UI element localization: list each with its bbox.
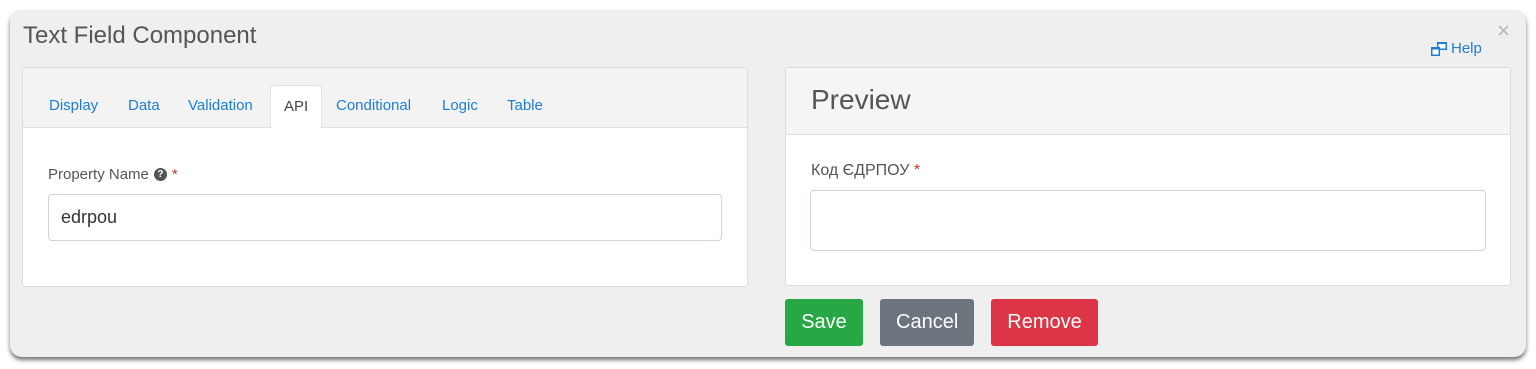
dialog-title: Text Field Component [23,22,257,49]
tab-conditional[interactable]: Conditional [323,85,424,129]
tab-table[interactable]: Table [494,85,556,129]
required-marker: * [171,166,178,183]
tab-api[interactable]: API [270,85,323,129]
close-icon[interactable]: × [1497,20,1510,42]
preview-edrpou-input[interactable] [810,190,1486,251]
tab-data[interactable]: Data [115,85,173,129]
remove-button[interactable]: Remove [991,299,1098,346]
tab-display[interactable]: Display [36,85,111,129]
help-label: Help [1451,40,1482,57]
cancel-button[interactable]: Cancel [880,299,974,346]
required-marker: * [913,162,921,179]
property-name-input[interactable] [48,194,722,241]
tab-logic[interactable]: Logic [429,85,491,129]
property-name-label-text: Property Name [48,166,149,183]
preview-field-label-text: Код ЄДРПОУ [811,162,910,179]
preview-panel: Preview Код ЄДРПОУ * [785,67,1511,286]
preview-field-label: Код ЄДРПОУ * [811,162,920,180]
external-window-icon [1431,41,1447,56]
property-name-label: Property Name ? * [48,166,178,183]
tab-validation[interactable]: Validation [175,85,266,129]
question-circle-icon[interactable]: ? [153,168,167,181]
help-link[interactable]: Help [1431,40,1482,57]
settings-panel: Display Data Validation API Conditional … [22,67,748,287]
preview-title: Preview [786,68,1510,135]
settings-tabs: Display Data Validation API Conditional … [23,68,747,129]
component-edit-dialog: Text Field Component × Help Display Data… [10,10,1526,357]
save-button[interactable]: Save [785,299,863,346]
